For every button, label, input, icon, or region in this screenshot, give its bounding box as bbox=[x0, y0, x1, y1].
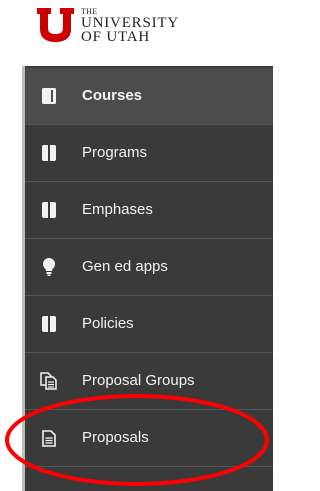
sidebar-item-emphases[interactable]: Emphases bbox=[25, 182, 273, 239]
book-icon bbox=[40, 315, 58, 333]
sidebar-item-label: Proposals bbox=[82, 429, 149, 446]
sidebar-nav: Courses Programs Emphases Gen ed apps Po… bbox=[22, 66, 273, 491]
sidebar-item-policies[interactable]: Policies bbox=[25, 296, 273, 353]
documents-icon bbox=[40, 372, 58, 390]
book-icon bbox=[40, 201, 58, 219]
sidebar-item-label: Emphases bbox=[82, 201, 153, 218]
lightbulb-icon bbox=[40, 258, 58, 276]
header: THE UNIVERSITY OF UTAH bbox=[0, 0, 273, 66]
logo-text-of-utah: OF UTAH bbox=[81, 29, 150, 45]
block-u-logo-icon bbox=[37, 8, 74, 42]
sidebar-item-label: Gen ed apps bbox=[82, 258, 168, 275]
sidebar-item-proposals[interactable]: Proposals bbox=[25, 410, 273, 467]
logo-text-university: UNIVERSITY bbox=[81, 15, 179, 31]
book-icon bbox=[40, 87, 58, 105]
sidebar-item-gen-ed-apps[interactable]: Gen ed apps bbox=[25, 239, 273, 296]
sidebar-item-label: Policies bbox=[82, 315, 134, 332]
sidebar-item-programs[interactable]: Programs bbox=[25, 125, 273, 182]
document-icon bbox=[40, 429, 58, 447]
sidebar-item-label: Proposal Groups bbox=[82, 372, 195, 389]
book-icon bbox=[40, 144, 58, 162]
sidebar-item-proposal-groups[interactable]: Proposal Groups bbox=[25, 353, 273, 410]
university-logo[interactable]: THE UNIVERSITY OF UTAH bbox=[37, 8, 247, 58]
sidebar-item-label: Programs bbox=[82, 144, 148, 161]
sidebar-item-label: Courses bbox=[82, 87, 143, 104]
sidebar-item-courses[interactable]: Courses bbox=[25, 68, 273, 125]
